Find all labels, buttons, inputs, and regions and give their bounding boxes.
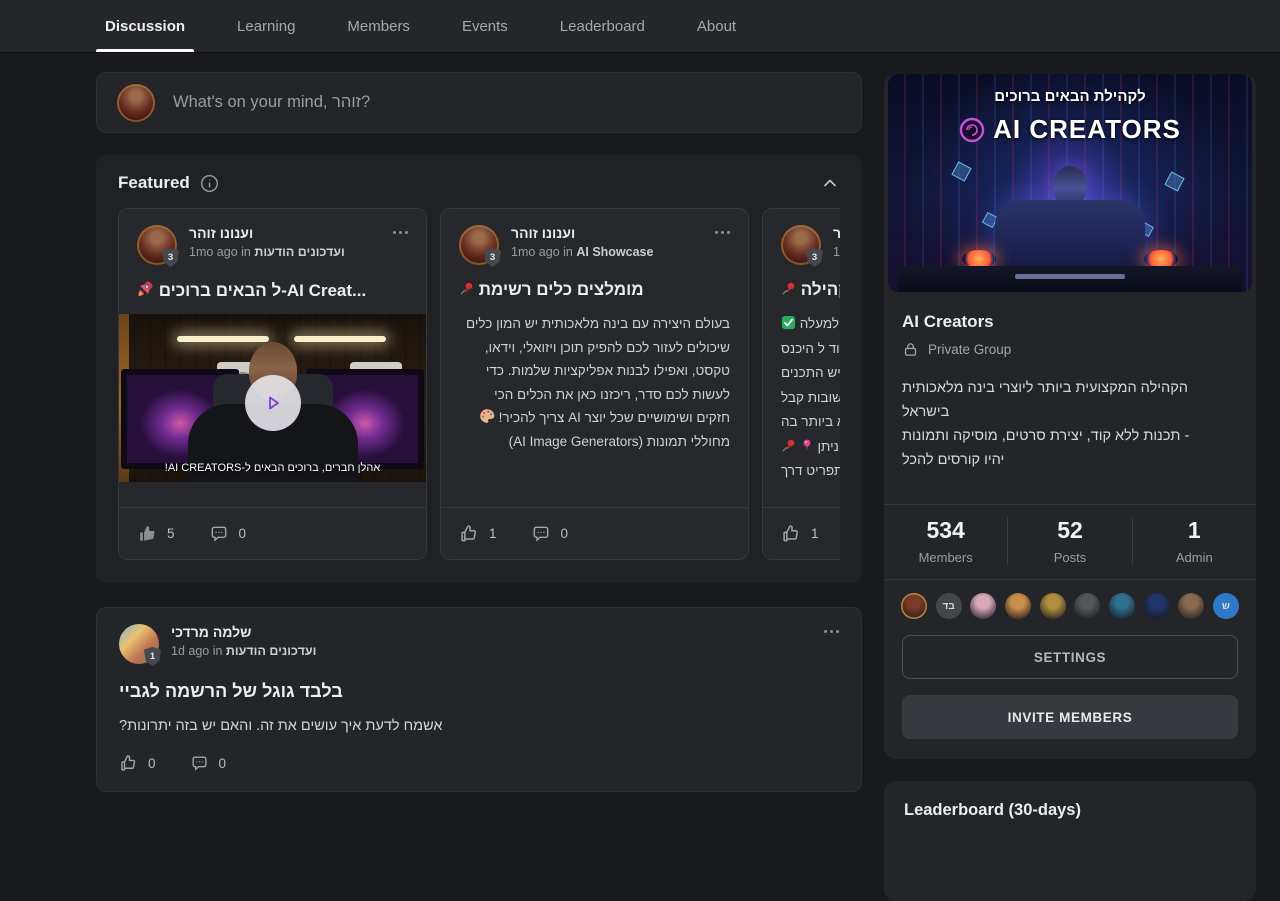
nav-tabs: Discussion Learning Members Events Leade… [96,0,745,52]
like-icon[interactable] [137,524,157,544]
tab-events[interactable]: Events [453,0,517,52]
like-count: 1 [811,526,819,541]
privacy-label: Private Group [928,342,1011,357]
composer-placeholder[interactable]: What's on your mind, זוהר? [173,93,370,112]
featured-card-community[interactable]: 3 זוהר וענונו 1mo קהילה למעלה ? היכנס ל … [762,208,840,560]
feed-post[interactable]: 1 מרדכי שלמה 1d ago in הודעות ועדכונים ל… [96,607,862,792]
author-name[interactable]: זוהר וענונו [189,225,345,241]
comment-icon[interactable] [531,524,551,544]
main-column: What's on your mind, זוהר? Featured [96,72,862,792]
member-avatar[interactable] [1178,593,1204,619]
banner-group-title: AI CREATORS [993,114,1181,145]
level-badge: 3 [162,248,179,267]
group-description: הקהילה המקצועית ביותר ליוצרי בינה מלאכות… [902,376,1238,472]
comment-count: 0 [219,756,227,771]
like-count: 0 [148,756,156,771]
group-sidebar: ברוכים הבאים לקהילת AI CREATORS AI Creat… [884,70,1256,901]
settings-button[interactable]: SETTINGS [902,635,1238,679]
like-count: 5 [167,526,175,541]
more-options-icon[interactable] [824,624,839,633]
space-name: AI Showcase [576,245,653,259]
video-caption: אהלן חברים, ברוכים הבאים ל-AI CREATORS! [119,462,426,474]
tab-about[interactable]: About [688,0,745,52]
post-title[interactable]: קהילה [763,280,840,300]
group-name: AI Creators [902,312,1238,332]
author-avatar[interactable]: 1 [119,624,159,664]
play-button-icon[interactable] [245,375,301,431]
top-nav: Discussion Learning Members Events Leade… [0,0,1280,52]
current-user-avatar [117,84,155,122]
member-avatar[interactable] [1144,593,1170,619]
comment-icon[interactable] [190,754,209,773]
post-title[interactable]: רשימת כלים מומלצים [441,280,748,300]
member-avatar[interactable] [970,593,996,619]
post-meta: 1mo ago in AI Showcase [511,245,653,259]
group-banner: ברוכים הבאים לקהילת AI CREATORS [888,74,1252,292]
tab-leaderboard[interactable]: Leaderboard [551,0,654,52]
video-thumbnail[interactable]: אהלן חברים, ברוכים הבאים ל-AI CREATORS! [119,314,426,482]
featured-cards-row: 3 זוהר וענונו 1mo ago in הודעות ועדכונים… [118,208,840,560]
like-count: 1 [489,526,497,541]
like-icon[interactable] [781,524,801,544]
tab-learning[interactable]: Learning [228,0,304,52]
chevron-up-icon[interactable] [820,173,840,193]
stat-posts[interactable]: 52 Posts [1007,517,1131,565]
post-meta: 1mo ago in הודעות ועדכונים [189,245,345,259]
member-avatar[interactable] [1074,593,1100,619]
featured-card-welcome[interactable]: 3 זוהר וענונו 1mo ago in הודעות ועדכונים… [118,208,427,560]
author-avatar[interactable]: 3 [137,225,177,265]
invite-members-button[interactable]: INVITE MEMBERS [902,695,1238,739]
comment-count: 0 [561,526,569,541]
group-info-card: ברוכים הבאים לקהילת AI CREATORS AI Creat… [884,74,1256,759]
brain-logo-icon [959,117,985,143]
tab-discussion[interactable]: Discussion [96,0,194,52]
lock-icon [902,341,919,358]
author-name[interactable]: זוהר וענונו [833,225,840,241]
post-meta: 1mo [833,245,840,259]
comment-count: 0 [239,526,247,541]
like-icon[interactable] [459,524,479,544]
more-options-icon[interactable] [393,225,408,234]
stat-admin[interactable]: 1 Admin [1132,517,1256,565]
author-name[interactable]: זוהר וענונו [511,225,653,241]
post-title[interactable]: ברוכים הבאים ל-AI Creat... [119,280,426,301]
member-avatar-initials[interactable]: בד [936,593,962,619]
featured-section: Featured 3 זוהר וענונו [96,155,862,583]
space-name: הודעות ועדכונים [226,644,316,658]
comment-icon[interactable] [209,524,229,544]
member-avatars-row: בד ש [884,580,1256,619]
tab-members[interactable]: Members [338,0,419,52]
like-icon[interactable] [119,754,138,773]
level-badge: 1 [144,647,161,666]
more-options-icon[interactable] [715,225,730,234]
member-avatar[interactable] [1005,593,1031,619]
author-avatar[interactable]: 3 [781,225,821,265]
member-avatar-initials[interactable]: ש [1213,593,1239,619]
level-badge: 3 [806,248,823,267]
banner-welcome-text: ברוכים הבאים לקהילת [888,88,1252,105]
member-avatar[interactable] [901,593,927,619]
post-body: למעלה ? היכנס ל עמוד התכנים שיש קבל תשוב… [763,312,840,484]
member-avatar[interactable] [1040,593,1066,619]
post-meta: 1d ago in הודעות ועדכונים [171,644,316,658]
info-icon[interactable] [200,174,219,193]
post-title[interactable]: לגביי הרשמה של גוגל בלבד [119,681,839,702]
group-stats: 534 Members 52 Posts 1 Admin [884,505,1256,579]
featured-card-tools[interactable]: 3 זוהר וענונו 1mo ago in AI Showcase רשי… [440,208,749,560]
member-avatar[interactable] [1109,593,1135,619]
level-badge: 3 [484,248,501,267]
leaderboard-card: Leaderboard (30-days) [884,781,1256,901]
post-body: בעולם היצירה עם בינה מלאכותית יש המון כל… [441,312,748,453]
post-body: אשמח לדעת איך עושים את זה. והאם יש בזה י… [119,718,839,734]
space-name: הודעות ועדכונים [254,245,344,259]
stat-members[interactable]: 534 Members [884,517,1007,565]
author-name[interactable]: מרדכי שלמה [171,624,316,640]
author-avatar[interactable]: 3 [459,225,499,265]
featured-title: Featured [118,173,190,193]
post-composer[interactable]: What's on your mind, זוהר? [96,72,862,133]
